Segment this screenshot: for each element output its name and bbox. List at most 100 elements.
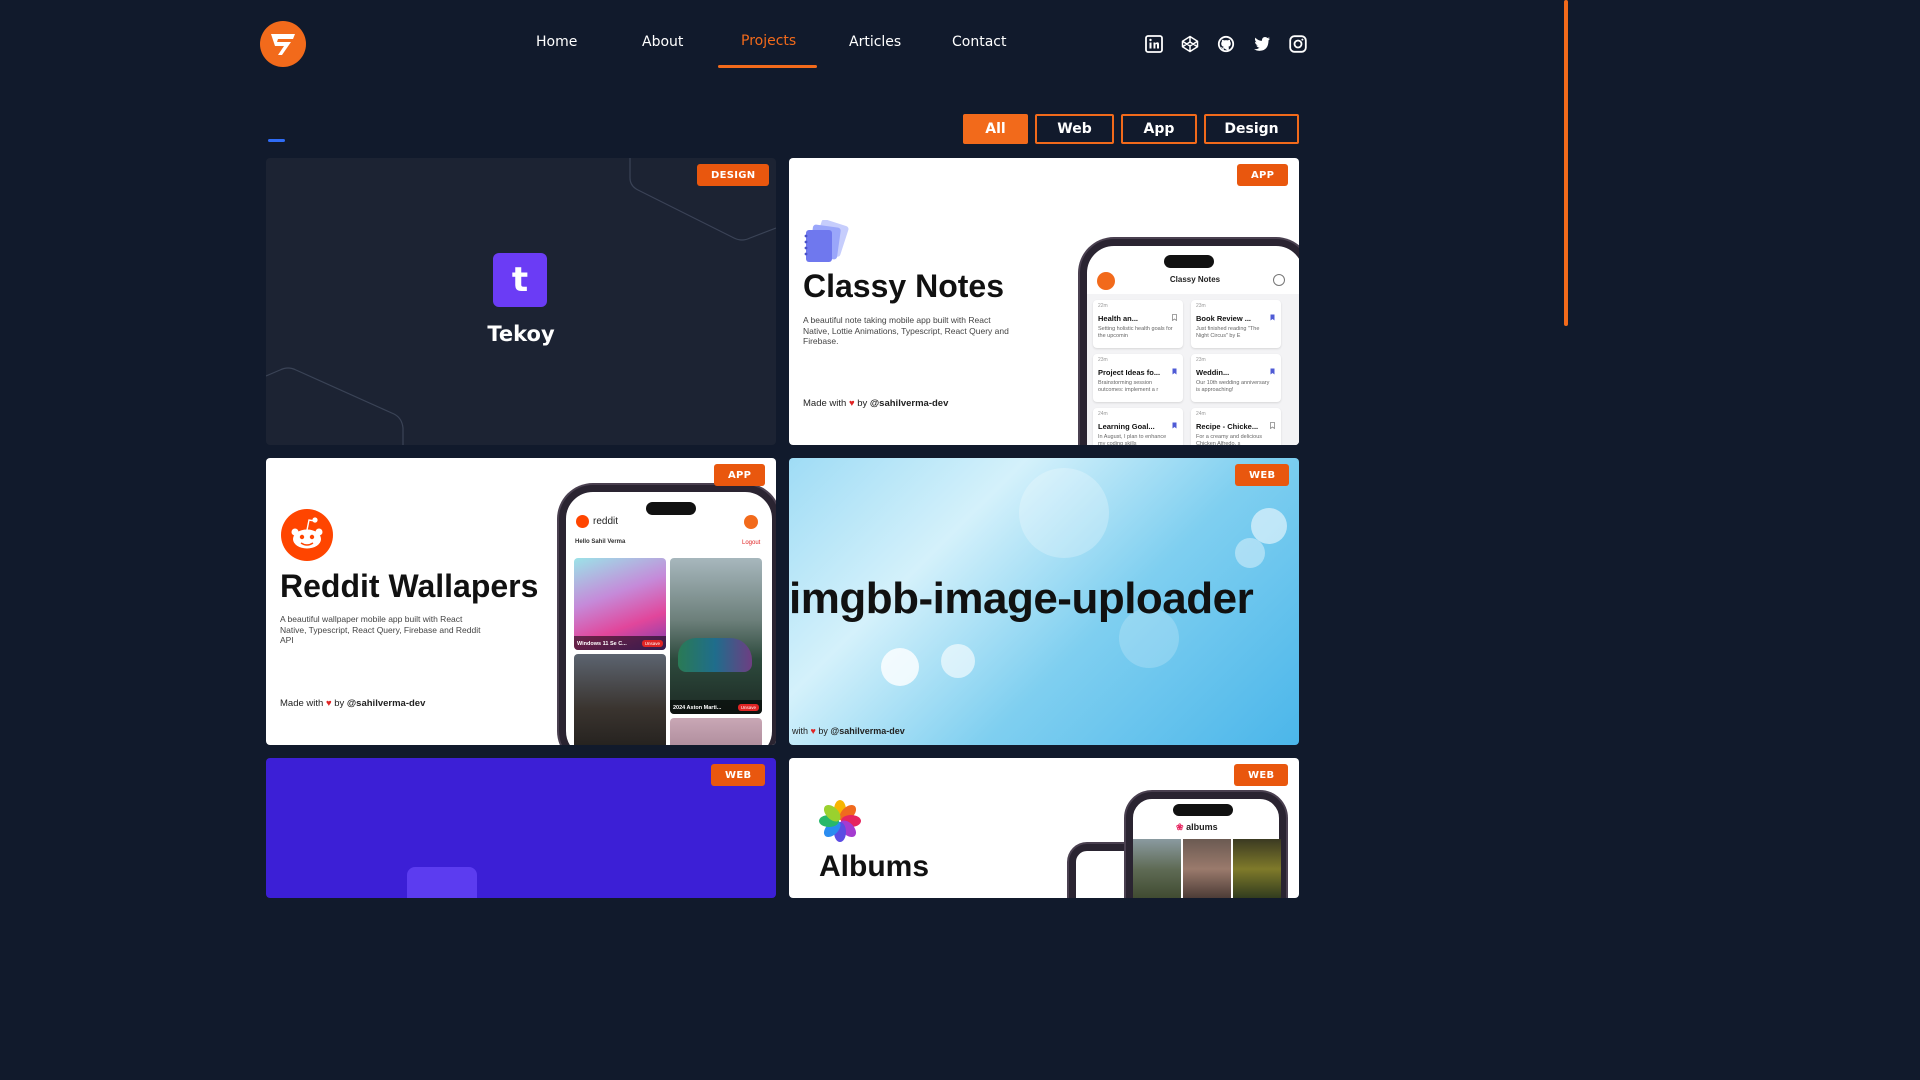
instagram-icon[interactable] bbox=[1288, 34, 1307, 53]
credit-line: Made with ♥ by @sahilverma-dev bbox=[280, 698, 425, 709]
note-title: Health an... bbox=[1098, 314, 1139, 323]
note-body: Setting holistic health goals for the up… bbox=[1098, 326, 1173, 339]
unsave-button: Unsave bbox=[737, 704, 759, 711]
nav-contact[interactable]: Contact bbox=[952, 34, 1006, 50]
note-date: 23m bbox=[1196, 303, 1206, 309]
heart-icon: ♥ bbox=[848, 398, 855, 409]
project-card-tekoy[interactable]: DESIGN t Tekoy bbox=[266, 158, 776, 445]
phone-brand-text: albums bbox=[1186, 822, 1218, 832]
phone-notch bbox=[1173, 804, 1233, 816]
twitter-icon[interactable] bbox=[1252, 34, 1271, 53]
bookmark-filled-icon bbox=[1172, 422, 1177, 429]
bookmark-outline-icon bbox=[1270, 422, 1275, 429]
wallpaper-tile: 2024 Aston Marti... Unsave bbox=[670, 558, 762, 714]
nav-projects[interactable]: Projects bbox=[741, 33, 796, 49]
project-card-purple[interactable]: WEB bbox=[266, 758, 776, 898]
note-card: 23m Weddin... Our 10th wedding anniversary… bbox=[1191, 354, 1281, 402]
page-scrollbar[interactable] bbox=[1564, 0, 1568, 326]
project-card-classy-notes[interactable]: APP Classy Notes A beautiful note taking… bbox=[789, 158, 1299, 445]
linkedin-icon[interactable] bbox=[1144, 34, 1163, 53]
bookmark-filled-icon bbox=[1172, 368, 1177, 375]
photos-flower-icon bbox=[819, 800, 861, 842]
nav-about[interactable]: About bbox=[642, 34, 683, 50]
wallpaper-tile bbox=[670, 718, 762, 745]
note-card: 23m Book Review ... Just finished reading … bbox=[1191, 300, 1281, 348]
phone-mockup: Classy Notes 22m Health an... Setting holi… bbox=[1080, 239, 1299, 445]
note-date: 23m bbox=[1098, 357, 1108, 363]
site-logo[interactable] bbox=[260, 21, 306, 67]
author-handle: @sahilverma-dev bbox=[830, 726, 905, 736]
bokeh-bubble bbox=[1235, 538, 1265, 568]
phone-mockup: reddit Hello Sahil Verma Logout Windows … bbox=[559, 485, 776, 745]
nav-active-indicator bbox=[718, 65, 817, 68]
note-body: Brainstorming session outcomes: implemen… bbox=[1098, 380, 1159, 393]
project-card-reddit-wallpapers[interactable]: reddit Hello Sahil Verma Logout Windows … bbox=[266, 458, 776, 745]
note-body: Just finished reading "The Night Circus"… bbox=[1196, 326, 1260, 339]
project-type-badge: DESIGN bbox=[697, 164, 770, 186]
author-handle: @sahilverma-dev bbox=[346, 698, 426, 709]
note-title: Project Ideas fo... bbox=[1098, 368, 1161, 377]
filter-design-button[interactable]: Design bbox=[1204, 114, 1299, 144]
app-logo-icon bbox=[744, 515, 758, 529]
made-with-text: with bbox=[792, 726, 809, 736]
bookmark-filled-icon bbox=[1270, 368, 1275, 375]
project-type-badge: WEB bbox=[711, 764, 766, 786]
bookmark-filled-icon bbox=[1270, 314, 1275, 321]
nav-home[interactable]: Home bbox=[536, 34, 577, 50]
codepen-icon[interactable] bbox=[1180, 34, 1199, 53]
note-date: 24m bbox=[1196, 411, 1206, 417]
section-accent-dash bbox=[268, 139, 285, 142]
heart-icon: ♥ bbox=[810, 726, 816, 736]
phone-brand: ❀ albums bbox=[1176, 822, 1218, 833]
tekoy-app-icon: t bbox=[493, 253, 547, 307]
phone-notch bbox=[646, 502, 696, 515]
note-title: Weddin... bbox=[1196, 368, 1230, 377]
project-type-badge: WEB bbox=[1235, 464, 1290, 486]
made-with-text: Made with bbox=[280, 698, 324, 709]
logout-link: Logout bbox=[742, 540, 761, 546]
filter-web-button[interactable]: Web bbox=[1035, 114, 1114, 144]
note-card: 22m Health an... Setting holistic health g… bbox=[1093, 300, 1183, 348]
album-thumb bbox=[1133, 839, 1181, 898]
note-card: 23m Project Ideas fo... Brainstorming sess… bbox=[1093, 354, 1183, 402]
note-date: 22m bbox=[1098, 303, 1108, 309]
phone-app-title: Classy Notes bbox=[1169, 275, 1221, 284]
bookmark-outline-icon bbox=[1172, 314, 1177, 321]
project-title: Classy Notes bbox=[803, 268, 1004, 304]
note-date: 24m bbox=[1098, 411, 1108, 417]
logo-mark-icon bbox=[271, 34, 295, 55]
by-text: by bbox=[857, 398, 868, 409]
note-title: Learning Goal... bbox=[1098, 422, 1155, 431]
filter-app-button[interactable]: App bbox=[1121, 114, 1197, 144]
note-card: 24m Learning Goal... In August, I plan to … bbox=[1093, 408, 1183, 445]
album-thumb bbox=[1233, 839, 1281, 898]
project-card-imgbb[interactable]: WEB imgbb-image-uploader with ♥ by @sahi… bbox=[789, 458, 1299, 745]
filter-all-button[interactable]: All bbox=[963, 114, 1028, 144]
unsave-button: Unsave bbox=[641, 640, 663, 647]
reddit-small-icon bbox=[576, 515, 589, 528]
nav-articles[interactable]: Articles bbox=[849, 34, 901, 50]
project-title: Reddit Wallapers bbox=[280, 568, 539, 604]
project-description: A beautiful note taking mobile app built… bbox=[803, 315, 1009, 346]
project-card-albums[interactable]: WEB Albums ❀ albums bbox=[789, 758, 1299, 898]
phone-mockup: ❀ albums bbox=[1126, 792, 1286, 898]
github-icon[interactable] bbox=[1216, 34, 1235, 53]
phone-notch bbox=[1164, 255, 1214, 268]
phone-brand: reddit bbox=[593, 516, 619, 527]
album-thumb bbox=[1183, 839, 1231, 898]
by-text: by bbox=[818, 726, 828, 736]
heart-icon: ♥ bbox=[325, 698, 332, 709]
by-text: by bbox=[334, 698, 345, 709]
project-type-badge: WEB bbox=[1234, 764, 1289, 786]
note-body: For a creamy and delicious Chicken Alfre… bbox=[1196, 434, 1263, 445]
note-title: Book Review ... bbox=[1196, 314, 1252, 323]
project-title: Albums bbox=[819, 850, 930, 883]
bokeh-bubble bbox=[1019, 468, 1109, 558]
logout-icon bbox=[1273, 274, 1285, 286]
top-navbar: Home About Projects Articles Contact bbox=[0, 0, 1568, 80]
note-date: 23m bbox=[1196, 357, 1206, 363]
mini-flower-icon: ❀ bbox=[1176, 822, 1184, 832]
note-card: 24m Recipe - Chicke... For a creamy and de… bbox=[1191, 408, 1281, 445]
project-description: A beautiful wallpaper mobile app built w… bbox=[280, 614, 481, 645]
made-with-text: Made with bbox=[803, 398, 847, 409]
